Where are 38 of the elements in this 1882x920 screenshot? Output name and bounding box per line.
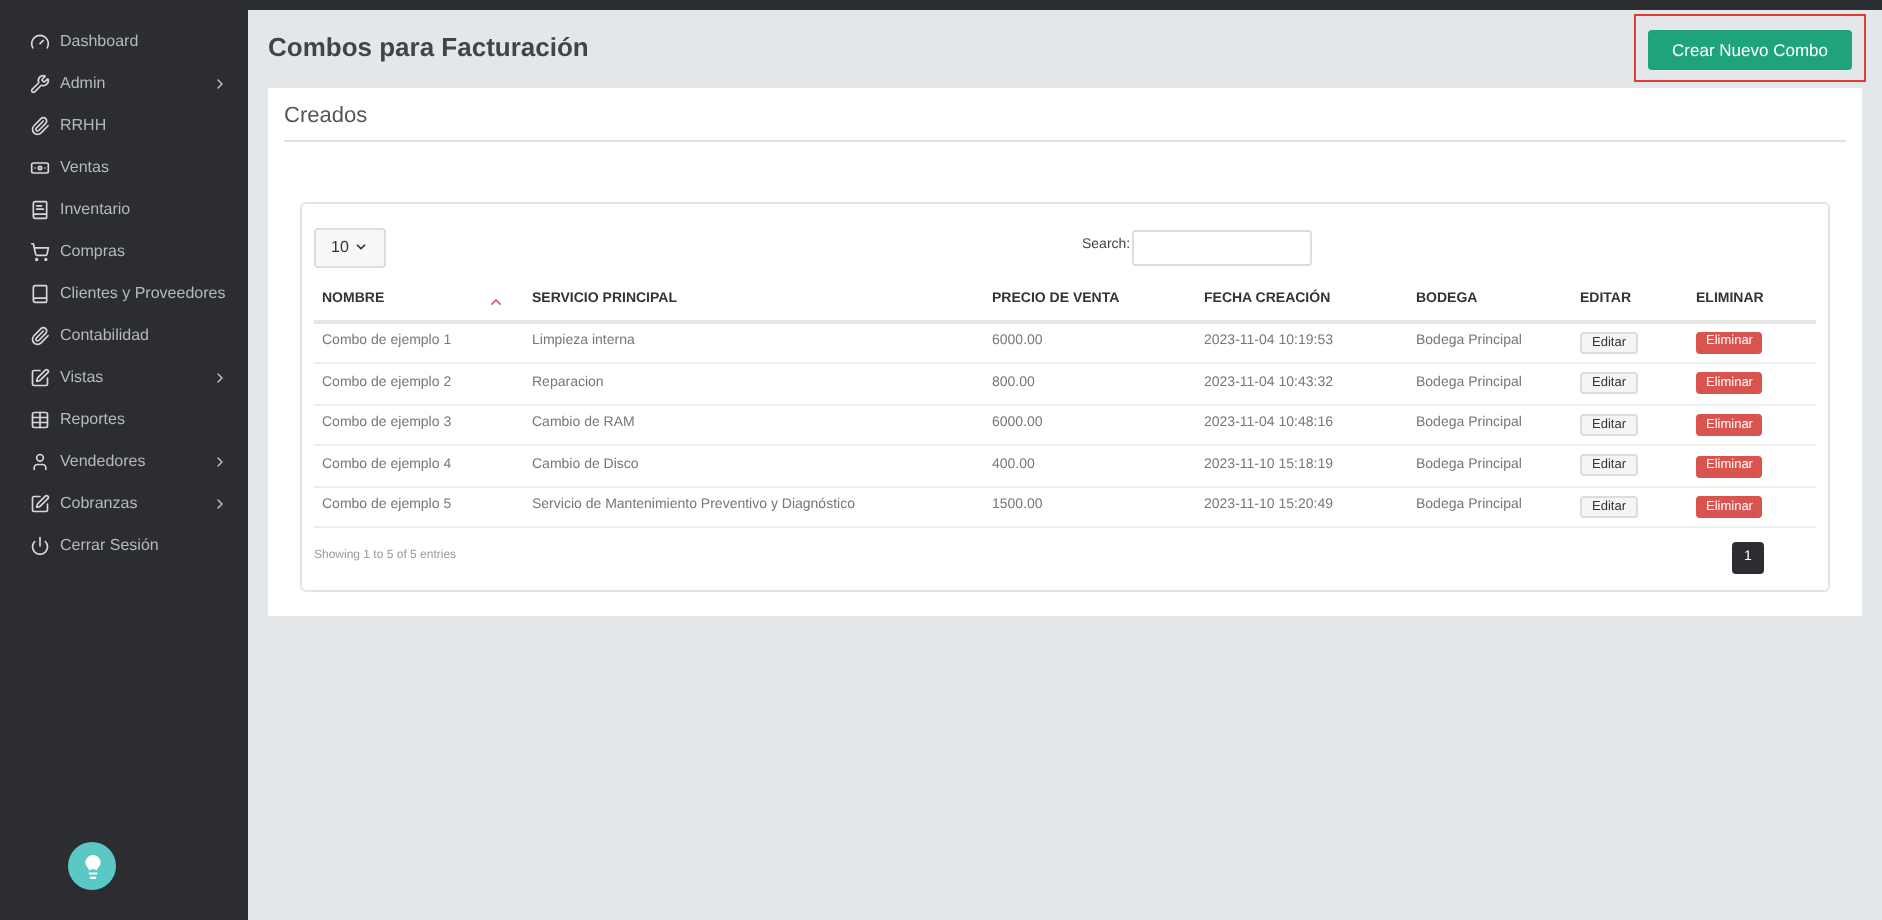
sort-icon[interactable] (488, 293, 504, 309)
chevron-icon (212, 495, 228, 511)
gauge-icon (30, 31, 50, 51)
sidebar-item[interactable]: Vistas (0, 356, 248, 398)
user-icon (30, 451, 50, 471)
search-field[interactable] (1132, 229, 1313, 265)
cart-icon (30, 241, 50, 261)
book-icon (30, 283, 50, 303)
section-title: Creados (284, 100, 1846, 141)
lightbulb-button[interactable] (68, 842, 116, 890)
sidebar-item[interactable]: Dashboard (0, 20, 248, 62)
chevron-icon (212, 369, 228, 385)
lightbulb-icon (79, 853, 105, 879)
page-size-dropdown[interactable]: 10 (314, 227, 386, 267)
sidebar-item[interactable]: Ventas (0, 146, 248, 188)
sidebar-item[interactable]: Vendedores (0, 440, 248, 482)
paperclip-icon (30, 325, 50, 345)
sidebar-item[interactable]: Inventario (0, 188, 248, 230)
table-icon (30, 409, 50, 429)
sidebar-item[interactable]: Clientes y Proveedores (0, 272, 248, 314)
book-icon (30, 199, 50, 219)
sidebar-item[interactable]: RRHH (0, 104, 248, 146)
sidebar-item[interactable]: Contabilidad (0, 314, 248, 356)
edit-icon (30, 367, 50, 387)
caret-icon (354, 240, 369, 254)
edit-icon (30, 493, 50, 513)
paperclip-icon (30, 115, 50, 135)
chevron-icon (212, 453, 228, 469)
wrench-icon (30, 73, 50, 93)
power-icon (30, 535, 50, 555)
sidebar-item[interactable]: Compras (0, 230, 248, 272)
sidebar-item[interactable]: Reportes (0, 398, 248, 440)
sidebar-item[interactable]: Cobranzas (0, 482, 248, 524)
page-title: Combos para Facturación (268, 30, 589, 67)
sidebar-item[interactable]: Cerrar Sesión (0, 524, 248, 566)
banknote-icon (30, 157, 50, 177)
sidebar-item[interactable]: Admin (0, 62, 248, 104)
chevron-icon (212, 75, 228, 91)
